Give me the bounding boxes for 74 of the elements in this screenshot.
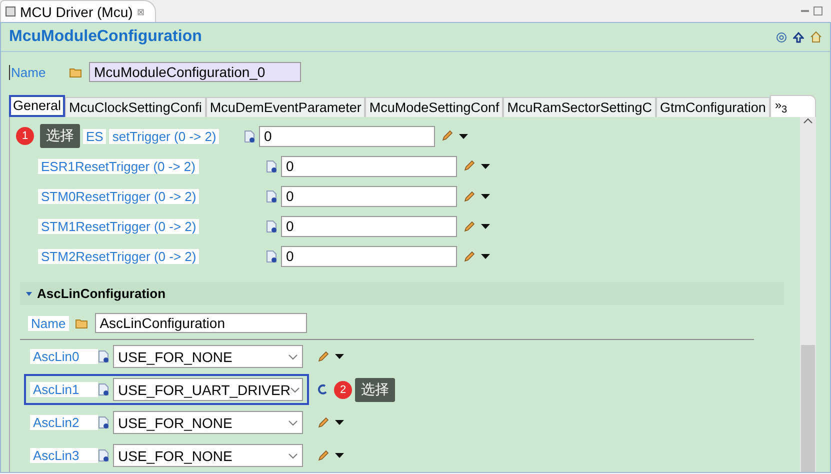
parameter-icon xyxy=(266,220,277,234)
pencil-icon[interactable] xyxy=(441,130,453,142)
pencil-icon[interactable] xyxy=(317,450,329,462)
editor-tab[interactable]: MCU Driver (Mcu) ⊠ xyxy=(0,0,156,22)
caret-icon[interactable] xyxy=(481,254,490,260)
asclin-label: AscLin1 xyxy=(30,382,98,398)
name-field[interactable]: AscLinConfiguration xyxy=(94,313,307,334)
parameter-input[interactable]: 0 xyxy=(281,246,457,268)
config-tab[interactable]: GtmConfiguration xyxy=(656,97,770,117)
scrollbar-thumb[interactable] xyxy=(801,345,815,472)
usage-dropdown[interactable]: USE_FOR_NONE xyxy=(113,411,303,434)
pencil-icon[interactable] xyxy=(463,250,475,263)
parameter-label: setTrigger (0 -> 2) xyxy=(109,128,220,144)
callout-tooltip: 选择 xyxy=(40,124,80,148)
callout-tooltip: 选择 xyxy=(355,378,395,402)
parameter-icon xyxy=(266,250,277,264)
reset-icon[interactable] xyxy=(317,384,328,396)
parameter-icon xyxy=(266,160,277,173)
pencil-icon[interactable] xyxy=(463,220,475,233)
parameter-icon xyxy=(244,130,255,143)
caret-icon[interactable] xyxy=(481,194,490,199)
pencil-icon[interactable] xyxy=(317,416,329,429)
caret-icon[interactable] xyxy=(481,164,490,169)
pencil-icon[interactable] xyxy=(463,160,475,172)
config-tab[interactable]: McuModeSettingConf xyxy=(365,97,504,117)
usage-dropdown[interactable]: USE_FOR_NONE xyxy=(113,345,303,368)
home-icon[interactable] xyxy=(810,31,822,43)
tab-overflow-button[interactable]: »$_{3}$ xyxy=(770,95,816,117)
usage-dropdown[interactable]: USE_FOR_UART_DRIVER xyxy=(113,378,303,402)
config-tab[interactable]: McuDemEventParameter xyxy=(206,97,366,117)
asclin-label: AscLin0 xyxy=(30,349,98,364)
pencil-icon[interactable] xyxy=(463,190,475,202)
chevron-icon xyxy=(288,452,298,459)
caret-icon[interactable] xyxy=(459,134,468,139)
config-tab[interactable]: McuClockSettingConfi xyxy=(65,97,206,117)
parameter-label: STM1ResetTrigger (0 -> 2) xyxy=(38,219,200,234)
parameter-input[interactable]: 0 xyxy=(281,156,457,177)
parameter-input[interactable]: 0 xyxy=(259,126,435,147)
name-label: Name xyxy=(28,316,69,331)
parameter-icon xyxy=(98,350,109,364)
parameter-input[interactable]: 0 xyxy=(281,216,457,238)
caret-icon[interactable] xyxy=(335,354,344,360)
maximize-icon[interactable] xyxy=(813,6,823,16)
page-title: McuModuleConfiguration xyxy=(9,28,202,46)
asclin-label: AscLin3 xyxy=(30,448,98,464)
folder-icon xyxy=(74,318,89,329)
config-tab[interactable]: General xyxy=(9,95,66,117)
caret-icon[interactable] xyxy=(481,224,490,230)
pencil-icon[interactable] xyxy=(317,350,329,363)
name-field[interactable]: McuModuleConfiguration_0 xyxy=(89,62,301,82)
parameter-input[interactable]: 0 xyxy=(281,186,457,207)
name-label: Name xyxy=(9,64,63,80)
folder-icon xyxy=(69,66,83,78)
parameter-icon xyxy=(98,383,109,396)
step-badge: 2 xyxy=(334,380,352,399)
parameter-label: STM2ResetTrigger (0 -> 2) xyxy=(38,249,200,264)
asclin-label: AscLin2 xyxy=(30,415,98,430)
parameter-icon xyxy=(98,416,109,430)
caret-icon[interactable] xyxy=(335,420,344,426)
chevron-icon xyxy=(288,420,298,426)
usage-dropdown[interactable]: USE_FOR_NONE xyxy=(113,444,303,468)
chevron-icon xyxy=(288,354,298,360)
up-arrow-icon[interactable] xyxy=(793,32,804,42)
parameter-label: ESR1ResetTrigger (0 -> 2) xyxy=(38,158,198,174)
chevron-icon xyxy=(290,386,300,393)
parameter-label: STM0ResetTrigger (0 -> 2) xyxy=(38,189,200,204)
parameter-icon xyxy=(98,449,109,462)
step-badge: 1 xyxy=(16,127,34,146)
config-tab[interactable]: McuRamSectorSettingC xyxy=(503,97,656,117)
section-header[interactable]: AscLinConfiguration xyxy=(20,282,784,306)
scroll-up-icon[interactable] xyxy=(803,117,813,125)
caret-icon[interactable] xyxy=(335,453,344,458)
parameter-icon xyxy=(266,190,277,203)
parameter-label: ES xyxy=(83,128,106,144)
